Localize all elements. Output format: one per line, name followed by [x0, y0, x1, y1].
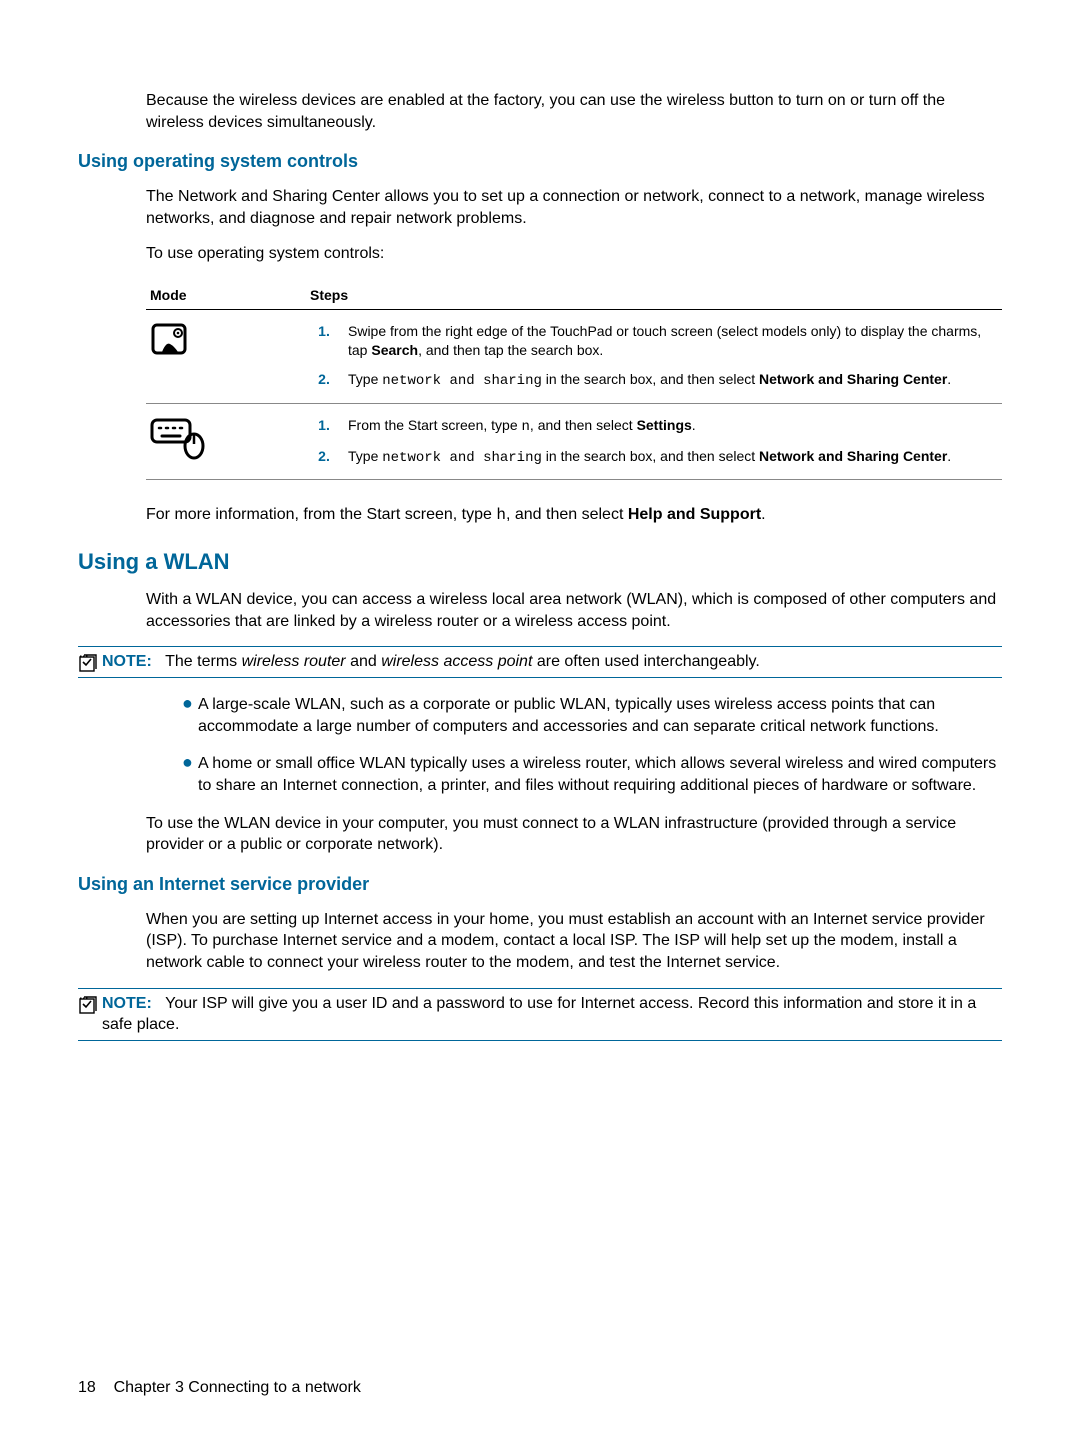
os-para1: The Network and Sharing Center allows yo…	[146, 186, 1002, 229]
wlan-para1: With a WLAN device, you can access a wir…	[146, 589, 1002, 632]
touch-tablet-icon	[150, 322, 302, 362]
step-number: 1.	[310, 416, 338, 437]
row2-step2: Type network and sharing in the search b…	[348, 447, 998, 468]
wlan-para2: To use the WLAN device in your computer,…	[146, 813, 1002, 856]
intro-paragraph: Because the wireless devices are enabled…	[146, 90, 1002, 133]
page-number: 18	[78, 1379, 96, 1396]
row2-step1: From the Start screen, type n, and then …	[348, 416, 998, 437]
note-block-wlan: NOTE: The terms wireless router and wire…	[78, 646, 1002, 678]
note-icon	[78, 993, 102, 1015]
row1-step1: Swipe from the right edge of the TouchPa…	[348, 322, 998, 360]
page-footer: 18 Chapter 3 Connecting to a network	[78, 1379, 361, 1397]
step-number: 1.	[310, 322, 338, 360]
bullet-icon: ●	[182, 694, 198, 737]
os-para2: To use operating system controls:	[146, 243, 1002, 265]
row1-step2: Type network and sharing in the search b…	[348, 370, 998, 391]
heading-isp: Using an Internet service provider	[78, 874, 1002, 895]
chapter-title: Chapter 3 Connecting to a network	[114, 1379, 361, 1396]
note-icon	[78, 651, 102, 673]
wlan-bullet1: A large-scale WLAN, such as a corporate …	[198, 694, 1002, 737]
isp-note-text: Your ISP will give you a user ID and a p…	[102, 995, 976, 1034]
heading-wlan: Using a WLAN	[78, 549, 1002, 575]
heading-os-controls: Using operating system controls	[78, 151, 1002, 172]
after-table-para: For more information, from the Start scr…	[146, 504, 1002, 527]
table-row: 1. From the Start screen, type n, and th…	[146, 403, 1002, 480]
th-mode: Mode	[146, 279, 306, 310]
bullet-icon: ●	[182, 753, 198, 796]
table-row: 1. Swipe from the right edge of the Touc…	[146, 309, 1002, 403]
note-label: NOTE:	[102, 653, 152, 670]
note-block-isp: NOTE: Your ISP will give you a user ID a…	[78, 988, 1002, 1041]
step-number: 2.	[310, 447, 338, 468]
os-controls-table: Mode Steps	[146, 279, 1002, 480]
step-number: 2.	[310, 370, 338, 391]
keyboard-mouse-icon	[150, 416, 302, 460]
th-steps: Steps	[306, 279, 1002, 310]
note-label: NOTE:	[102, 995, 152, 1012]
wlan-bullet2: A home or small office WLAN typically us…	[198, 753, 1002, 796]
isp-para1: When you are setting up Internet access …	[146, 909, 1002, 974]
